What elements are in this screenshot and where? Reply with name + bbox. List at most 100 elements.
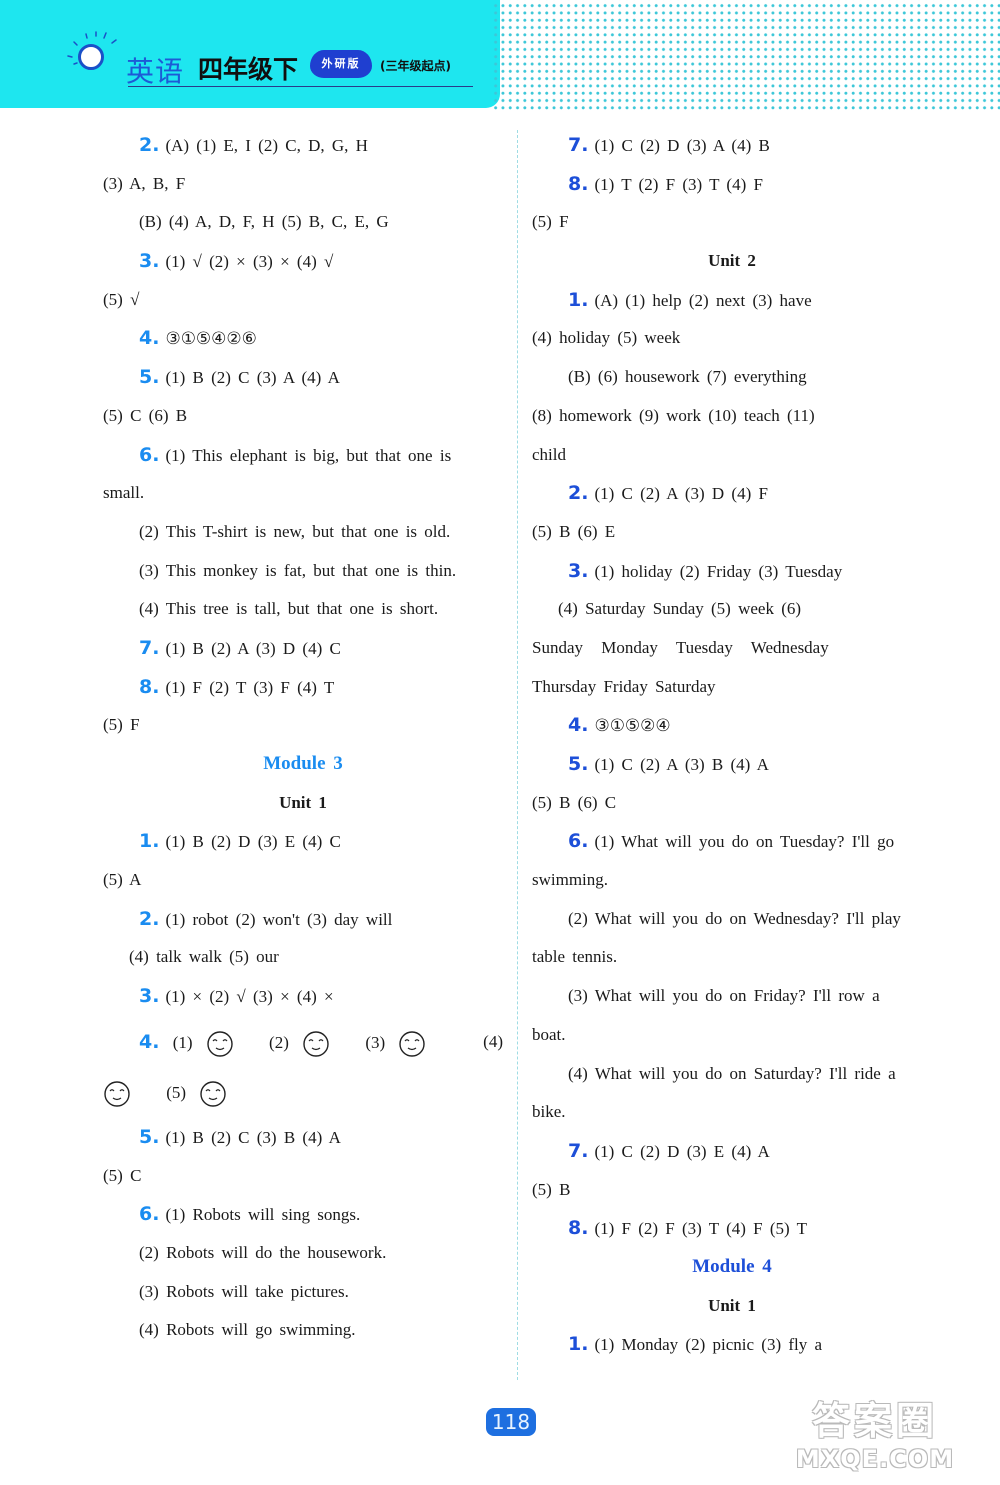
grade-title: 四年级下 (198, 55, 299, 84)
question-number: 6. (139, 443, 160, 466)
answer-line: (5) C (6) B (103, 397, 503, 436)
watermark-en: MXQE.COM (795, 1445, 955, 1473)
module-title: Module 3 (263, 753, 343, 774)
answer-line: (4) What will you do on Saturday? I'll r… (532, 1055, 932, 1094)
answer-line: (5) B (532, 1171, 932, 1210)
answer-line: 6. (1) Robots will sing songs. (103, 1195, 503, 1234)
answer-line: (B) (4) A, D, F, H (5) B, C, E, G (103, 203, 503, 242)
question-number: 6. (139, 1203, 160, 1226)
answer-line: (5) F (532, 203, 932, 242)
answer-line: (2) This T-shirt is new, but that one is… (103, 513, 503, 552)
question-number: 1. (568, 1333, 589, 1356)
answer-line: (5) B (6) E (532, 513, 932, 552)
title-underline (128, 86, 473, 87)
answer-line: 6. (1) This elephant is big, but that one… (103, 436, 503, 475)
unit-heading: Unit 1 (532, 1287, 932, 1326)
answer-label: (5) (166, 1082, 187, 1102)
answer-text: (1) C (2) D (3) A (4) B (594, 136, 770, 155)
question-number: 4. (139, 1030, 160, 1053)
answer-label: (1) (172, 1032, 193, 1052)
smiley-face-icon (303, 1031, 329, 1057)
answer-text: (1) B (2) D (3) E (4) C (165, 832, 341, 852)
answer-text: (1) B (2) C (3) A (4) A (165, 368, 340, 388)
question-number: 5. (139, 366, 160, 389)
answer-text: (3) This monkey is fat, but that one is … (139, 560, 457, 580)
answer-line: 3. (1) × (2) √ (3) × (4) × (103, 977, 503, 1016)
unit-title: Unit 1 (708, 1295, 756, 1315)
answer-line: 8. (1) F (2) F (3) T (4) F (5) T (532, 1209, 932, 1248)
start-note: (三年级起点) (380, 59, 451, 73)
answer-text: (8) homework (9) work (10) teach (11) (532, 405, 815, 425)
answer-text: table tennis. (532, 947, 618, 967)
answer-line: 6. (1) What will you do on Tuesday? I'll … (532, 822, 932, 861)
answer-line: child (532, 436, 932, 475)
question-number: 5. (568, 753, 589, 775)
question-number: 2. (139, 907, 160, 930)
answer-line: (3) A, B, F (103, 165, 503, 204)
answer-text: Thursday Friday Saturday (532, 676, 716, 696)
answer-line: 5. (1) B (2) C (3) B (4) A (103, 1118, 503, 1157)
answer-text: (5) A (103, 870, 142, 890)
answer-text: (B) (6) housework (7) everything (568, 367, 807, 387)
answer-line: (8) homework (9) work (10) teach (11) (532, 397, 932, 436)
answer-line: (2) Robots will do the housework. (103, 1234, 503, 1273)
answer-text: Sunday Monday Tuesday Wednesday (532, 637, 829, 657)
answer-text: (5) √ (103, 289, 140, 309)
answer-line: (5) (103, 1068, 503, 1118)
answer-line: (3) This monkey is fat, but that one is … (103, 552, 503, 591)
answer-text: (5) B (6) E (532, 521, 616, 541)
answer-label: (3) (365, 1032, 386, 1052)
question-number: 7. (568, 1139, 589, 1162)
answer-text: (1) This elephant is big, but that one i… (165, 445, 452, 465)
module-title: Module 4 (692, 1255, 772, 1277)
watermark: 答案圈 MXQE.COM (760, 1398, 990, 1478)
answer-text: (1) What will you do on Tuesday? I'll go (594, 832, 895, 852)
answer-line: (B) (6) housework (7) everything (532, 358, 932, 397)
answer-line: 4. ③①⑤②④ (532, 706, 932, 745)
smiley-face-icon (399, 1031, 426, 1057)
answer-text: (4) Robots will go swimming. (139, 1320, 356, 1340)
answer-text: ③①⑤④②⑥ (165, 329, 257, 349)
answer-line: (3) What will you do on Friday? I'll row… (532, 977, 932, 1016)
answer-text: bike. (532, 1102, 566, 1122)
answer-label: (2) (269, 1032, 289, 1052)
answer-text: (4) This tree is tall, but that one is s… (139, 599, 439, 619)
answer-text: (1) × (2) √ (3) × (4) × (165, 987, 334, 1007)
question-number: 8. (139, 675, 160, 698)
answer-text: (3) Robots will take pictures. (139, 1281, 349, 1301)
answer-line: 3. (1) holiday (2) Friday (3) Tuesday (532, 552, 932, 591)
question-number: 8. (568, 1217, 589, 1240)
answer-text: (1) B (2) A (3) D (4) C (165, 638, 341, 658)
question-number: 4. (139, 327, 160, 350)
question-number: 2. (139, 134, 160, 156)
question-number: 3. (139, 985, 160, 1008)
answer-text: (1) F (2) T (3) F (4) T (165, 677, 335, 697)
question-number: 7. (139, 636, 160, 659)
answer-line: boat. (532, 1016, 932, 1055)
module-heading: Module 3 (103, 745, 503, 784)
answer-line: table tennis. (532, 938, 932, 977)
answer-line: 2. (1) C (2) A (3) D (4) F (532, 474, 932, 513)
answer-line: 8. (1) F (2) T (3) F (4) T (103, 668, 503, 707)
answer-text: small. (103, 483, 145, 503)
unit-title: Unit 2 (708, 251, 756, 271)
answer-line: 1. (1) B (2) D (3) E (4) C (103, 822, 503, 861)
answer-line: (5) √ (103, 281, 503, 320)
sun-logo-icon (78, 44, 104, 70)
answer-line: 5. (1) C (2) A (3) B (4) A (532, 745, 932, 784)
answer-text: (5) C (6) B (103, 405, 188, 425)
unit-heading: Unit 1 (103, 784, 503, 823)
answer-text: (4) holiday (5) week (532, 328, 681, 348)
question-number: 7. (568, 134, 589, 156)
page-number-badge: 118 (486, 1408, 536, 1436)
answer-text: (4) Saturday Sunday (5) week (6) (558, 599, 802, 619)
answer-line: (5) C (103, 1157, 503, 1196)
answer-text: ③①⑤②④ (594, 716, 671, 736)
header: 英语 四年级下 外研版 (三年级起点) (0, 0, 500, 108)
answer-line: swimming. (532, 861, 932, 900)
answer-line: (4) talk walk (5) our (103, 938, 503, 977)
answer-text: (1) Robots will sing songs. (165, 1205, 361, 1225)
answer-text: (1) Monday (2) picnic (3) fly a (594, 1335, 823, 1355)
answer-text: (1) C (2) D (3) E (4) A (594, 1141, 770, 1161)
answer-text: child (532, 444, 566, 464)
